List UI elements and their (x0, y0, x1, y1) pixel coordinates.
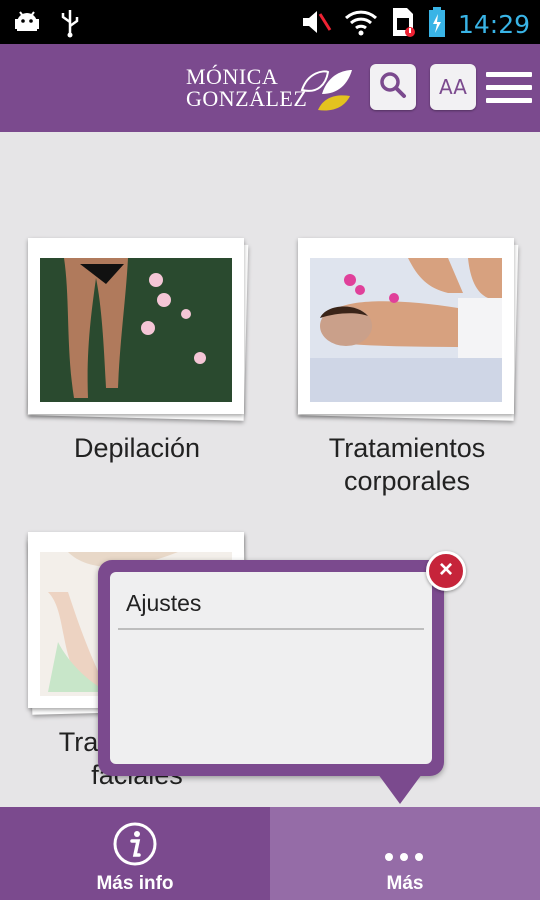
depilacion-photo (28, 238, 244, 414)
android-debug-icon (12, 9, 42, 42)
hamburger-menu-icon[interactable] (486, 72, 532, 106)
clock: 14:29 (457, 10, 530, 39)
usb-icon (60, 8, 80, 43)
tab-label: Más info (96, 873, 174, 894)
tratamientos-corporales-photo (298, 238, 514, 414)
font-size-button[interactable]: AA (430, 64, 476, 110)
grid-item-depilacion[interactable]: Depilación (24, 236, 250, 463)
status-bar: 14:29 (0, 0, 540, 44)
tab-label: Más (386, 873, 424, 894)
search-icon (379, 71, 407, 104)
grid-item-tratamientos-corporales[interactable]: Tratamientos corporales (294, 236, 520, 496)
sim-alert-icon (390, 6, 416, 43)
font-size-label: AA (439, 75, 467, 99)
popup-pointer (378, 774, 422, 804)
app-header: MÓNICA GONZÁLEZ AA (0, 44, 540, 132)
menu-item-ajustes[interactable]: Ajustes (126, 590, 201, 617)
brand-logo[interactable]: MÓNICA GONZÁLEZ (186, 66, 356, 116)
volume-muted-icon (300, 8, 332, 41)
wifi-icon (344, 8, 378, 41)
bottom-nav: Más info Más (0, 807, 540, 900)
leaf-logo-icon (300, 70, 352, 111)
battery-charging-icon (428, 6, 446, 43)
tab-mas[interactable]: Más (270, 807, 540, 900)
logo-line2: GONZÁLEZ (186, 86, 308, 111)
grid-item-label: Tratamientos corporales (328, 433, 486, 496)
tab-mas-info[interactable]: Más info (0, 807, 270, 900)
close-icon[interactable]: × (426, 551, 466, 591)
more-popup: Ajustes (98, 560, 444, 804)
divider (118, 628, 424, 630)
info-icon (112, 821, 158, 872)
search-button[interactable] (370, 64, 416, 110)
grid-item-label: Depilación (73, 433, 201, 463)
more-dots-icon (384, 849, 424, 867)
